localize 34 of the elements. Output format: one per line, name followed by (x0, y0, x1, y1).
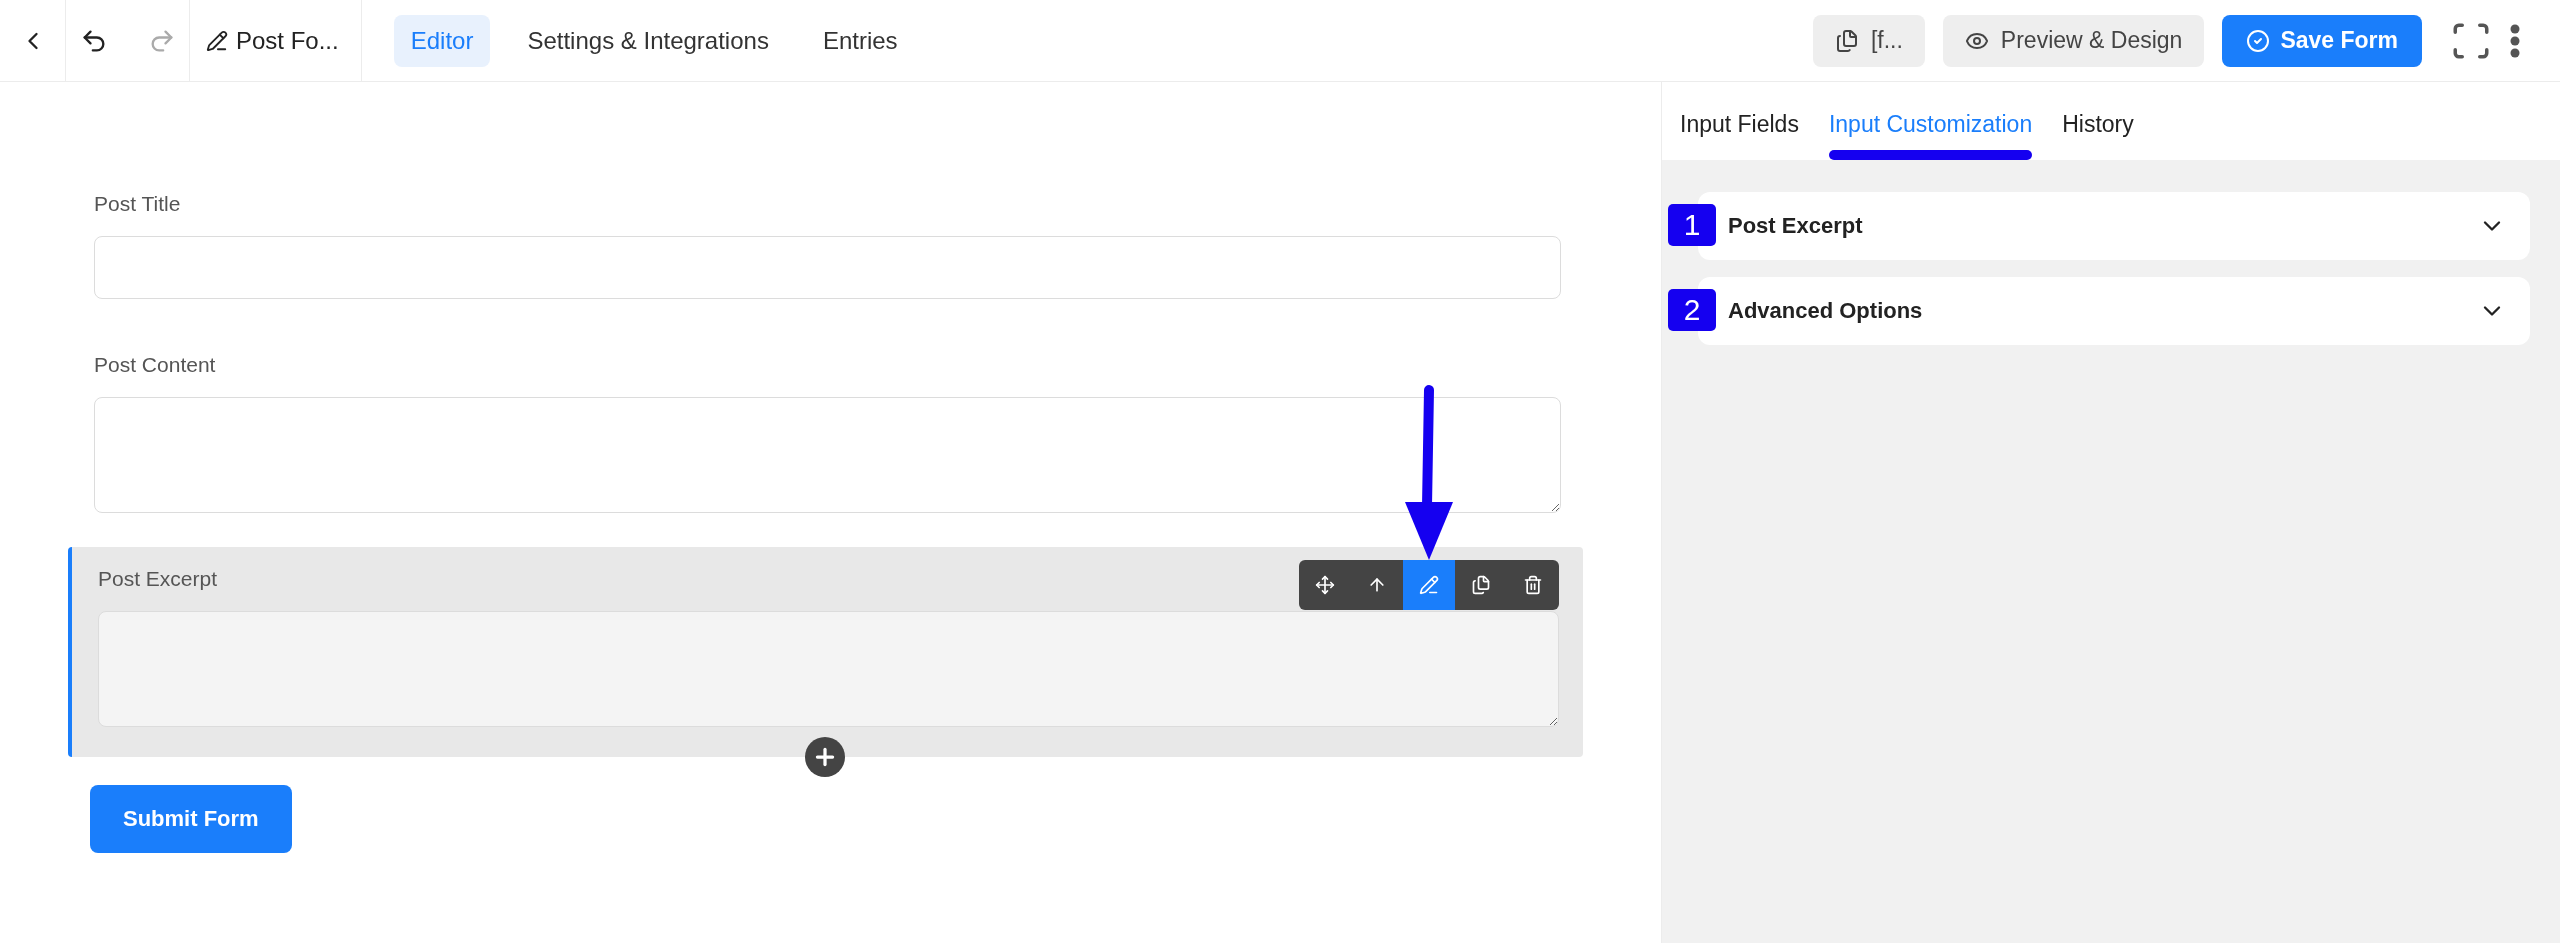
field-label: Post Content (94, 353, 216, 377)
step-number-badge: 2 (1668, 289, 1716, 331)
selected-field-panel[interactable]: Post Excerpt (68, 547, 1583, 757)
save-button[interactable]: Save Form (2222, 14, 2422, 67)
input-field[interactable] (94, 236, 1561, 299)
step-number-badge: 1 (1668, 204, 1716, 246)
edit-button[interactable] (1403, 560, 1455, 610)
duplicate-icon (1471, 575, 1491, 595)
accordion-section[interactable]: Advanced Options (1698, 277, 2530, 345)
add-field-button[interactable] (804, 737, 845, 777)
submit-button[interactable]: Submit Form (90, 785, 292, 853)
field-label: Post Excerpt (98, 567, 218, 591)
copy-icon (1834, 28, 1859, 53)
more-vertical-icon (2510, 23, 2520, 58)
accordion-section[interactable]: Post Excerpt (1698, 192, 2530, 260)
trash-icon (1523, 575, 1543, 595)
panel-tab[interactable]: Input Fields (1678, 82, 1801, 160)
check-circle-icon (2246, 28, 2271, 53)
more-menu-button[interactable] (2510, 23, 2520, 58)
pencil-icon (1419, 575, 1439, 595)
field-label: Post Title (94, 192, 181, 216)
pencil-icon (206, 29, 228, 52)
form-title-button[interactable]: Post Fo... (190, 0, 362, 81)
section-title: Post Excerpt (1728, 213, 1863, 239)
textarea-field[interactable] (98, 611, 1559, 727)
shortcode-button[interactable]: [f... (1812, 14, 1925, 67)
nav-tab[interactable]: Settings & Integrations (510, 14, 786, 67)
preview-button[interactable]: Preview & Design (1942, 14, 2205, 67)
textarea-field[interactable] (94, 397, 1561, 513)
section-title: Advanced Options (1728, 298, 1923, 324)
panel-tab[interactable]: Input Customization (1826, 82, 2035, 160)
panel-tab[interactable]: History (2060, 82, 2136, 160)
move-icon (1315, 575, 1335, 595)
nav-tab[interactable]: Entries (805, 14, 915, 67)
